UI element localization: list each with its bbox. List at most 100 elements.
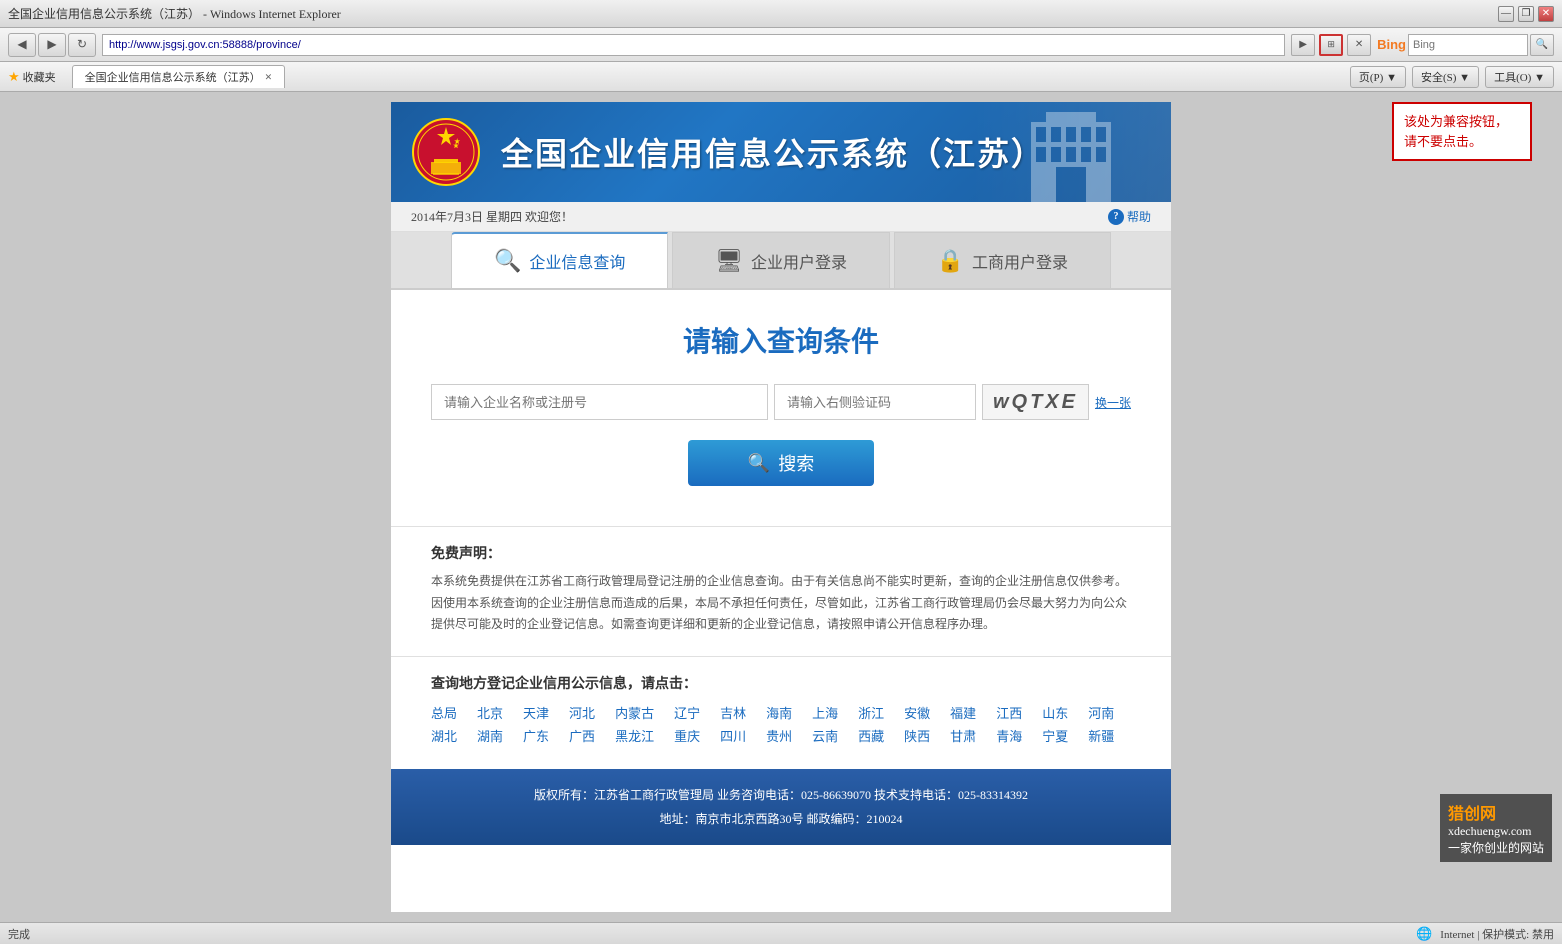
go-button[interactable]: ▶ [1291,34,1315,56]
region-link[interactable]: 福建 [950,703,976,722]
toolbar-bar: ★ 收藏夹 全国企业信用信息公示系统（江苏） ✕ 页(P) ▼ 安全(S) ▼ … [0,62,1562,92]
browser-tab-bar: 全国企业信用信息公示系统（江苏） ✕ [68,65,286,88]
window-title: 全国企业信用信息公示系统（江苏） - Windows Internet Expl… [8,5,341,22]
content-area: 该处为兼容按钮，请不要点击。 全国企业信用信息公示系统 [0,92,1562,922]
region-link[interactable]: 上海 [812,703,838,722]
address-bar: ◀ ▶ ↻ ▶ ⊞ ✕ Bing 🔍 [0,28,1562,62]
region-link[interactable]: 甘肃 [950,726,976,745]
region-link[interactable]: 天津 [523,703,549,722]
date-text: 2014年7月3日 星期四 欢迎您！ [411,208,573,225]
restore-button[interactable]: ❐ [1518,6,1534,22]
search-button-wrap: 🔍 搜索 [431,440,1131,486]
help-button[interactable]: ? 帮助 [1108,208,1151,225]
refresh-button[interactable]: ↻ [68,33,96,57]
query-tab-icon: 🔍 [494,248,521,274]
bing-search-input[interactable] [1408,34,1528,56]
title-bar: 全国企业信用信息公示系统（江苏） - Windows Internet Expl… [0,0,1562,28]
region-link[interactable]: 宁夏 [1042,726,1068,745]
compat-button[interactable]: ⊞ [1319,34,1343,56]
address-input[interactable] [102,34,1285,56]
region-link[interactable]: 广东 [523,726,549,745]
region-link[interactable]: 山东 [1042,703,1068,722]
disclaimer-content: 本系统免费提供在江苏省工商行政管理局登记注册的企业信息查询。由于有关信息尚不能实… [431,574,1127,631]
refresh-captcha-link[interactable]: 换一张 [1095,394,1131,411]
tools-button[interactable]: 工具(O) ▼ [1485,66,1554,88]
back-button[interactable]: ◀ [8,33,36,57]
region-link[interactable]: 河北 [569,703,595,722]
address-actions: ▶ ⊞ ✕ [1291,34,1371,56]
region-link[interactable]: 云南 [812,726,838,745]
watermark: 猎创网 xdechuengw.com 一家你创业的网站 [1440,794,1552,862]
tab-enterprise-label: 企业用户登录 [751,249,847,273]
company-search-input[interactable] [431,384,768,420]
disclaimer-title: 免费声明： [431,543,1131,563]
region-link[interactable]: 重庆 [674,726,700,745]
info-bar: 2014年7月3日 星期四 欢迎您！ ? 帮助 [391,202,1171,232]
page-button[interactable]: 页(P) ▼ [1350,66,1406,88]
regional-row-2: 湖北 湖南 广东 广西 黑龙江 重庆 四川 贵州 云南 西藏 陕西 甘肃 青海 宁夏 新疆 [431,726,1131,745]
tab-commerce[interactable]: 🔒 工商用户登录 [894,232,1111,288]
favorites-button[interactable]: ★ 收藏夹 [8,69,56,85]
safety-button[interactable]: 安全(S) ▼ [1412,66,1479,88]
bing-search-button[interactable]: 🔍 [1530,34,1554,56]
region-link[interactable]: 新疆 [1088,726,1114,745]
region-link[interactable]: 湖南 [477,726,503,745]
browser-tab-active[interactable]: 全国企业信用信息公示系统（江苏） ✕ [72,65,286,88]
region-link[interactable]: 江西 [996,703,1022,722]
tab-query-label: 企业信息查询 [529,249,625,273]
region-link[interactable]: 湖北 [431,726,457,745]
region-link[interactable]: 内蒙古 [615,703,654,722]
footer-line1: 版权所有：江苏省工商行政管理局 业务咨询电话：025-86639070 技术支持… [411,783,1151,807]
header-building-decoration [971,102,1171,202]
close-button[interactable]: ✕ [1538,6,1554,22]
region-link[interactable]: 吉林 [720,703,746,722]
disclaimer-text: 本系统免费提供在江苏省工商行政管理局登记注册的企业信息查询。由于有关信息尚不能实… [431,571,1131,636]
minimize-button[interactable]: — [1498,6,1514,22]
favorites-label: 收藏夹 [23,69,56,85]
search-row: wQTXE 换一张 [431,384,1131,420]
annotation-text: 该处为兼容按钮，请不要点击。 [1404,114,1508,149]
tab-enterprise[interactable]: 🖥 企业用户登录 [672,232,889,288]
window-controls[interactable]: — ❐ ✕ [1498,6,1554,22]
tab-query[interactable]: 🔍 企业信息查询 [451,232,668,288]
help-label: 帮助 [1127,208,1151,225]
captcha-input[interactable] [774,384,976,420]
status-left: 完成 [8,926,30,942]
region-link[interactable]: 海南 [766,703,792,722]
site-footer: 版权所有：江苏省工商行政管理局 业务咨询电话：025-86639070 技术支持… [391,769,1171,845]
region-link[interactable]: 青海 [996,726,1022,745]
enterprise-tab-icon: 🖥 [715,248,743,274]
status-zone: Internet | 保护模式: 禁用 [1440,926,1554,942]
search-title: 请输入查询条件 [431,320,1131,360]
regional-row-1: 总局 北京 天津 河北 内蒙古 辽宁 吉林 海南 上海 浙江 安徽 福建 江西 山东 河南 [431,703,1131,722]
tab-commerce-label: 工商用户登录 [972,249,1068,273]
status-bar: 完成 🌐 Internet | 保护模式: 禁用 [0,922,1562,944]
forward-button[interactable]: ▶ [38,33,66,57]
region-link[interactable]: 辽宁 [674,703,700,722]
bing-logo: Bing [1377,37,1406,52]
region-link[interactable]: 北京 [477,703,503,722]
tab-close-icon[interactable]: ✕ [265,72,273,83]
annotation-tooltip: 该处为兼容按钮，请不要点击。 [1392,102,1532,161]
captcha-image: wQTXE [982,384,1089,420]
main-container: 全国企业信用信息公示系统（江苏） [391,102,1171,912]
watermark-line2: xdechuengw.com [1448,824,1544,839]
region-link[interactable]: 广西 [569,726,595,745]
region-link[interactable]: 贵州 [766,726,792,745]
status-right: 🌐 Internet | 保护模式: 禁用 [1416,926,1554,942]
browser-tab-label: 全国企业信用信息公示系统（江苏） [85,69,261,85]
region-link[interactable]: 总局 [431,703,457,722]
region-link[interactable]: 西藏 [858,726,884,745]
region-link[interactable]: 河南 [1088,703,1114,722]
region-link[interactable]: 安徽 [904,703,930,722]
footer-line2: 地址：南京市北京西路30号 邮政编码：210024 [411,807,1151,831]
region-link[interactable]: 黑龙江 [615,726,654,745]
regional-section: 查询地方登记企业信用公示信息，请点击： 总局北京天津河北内蒙古辽宁吉林海南上海浙… [391,656,1171,769]
region-link[interactable]: 陕西 [904,726,930,745]
region-link[interactable]: 四川 [720,726,746,745]
region-link[interactable]: 浙江 [858,703,884,722]
search-button[interactable]: 🔍 搜索 [688,440,874,486]
regional-links: 总局 北京 天津 河北 内蒙古 辽宁 吉林 海南 上海 浙江 安徽 福建 江西 山东 河南 湖北 湖南 广东 广西… [431,703,1131,749]
help-circle-icon: ? [1108,209,1124,225]
stop-button[interactable]: ✕ [1347,34,1371,56]
